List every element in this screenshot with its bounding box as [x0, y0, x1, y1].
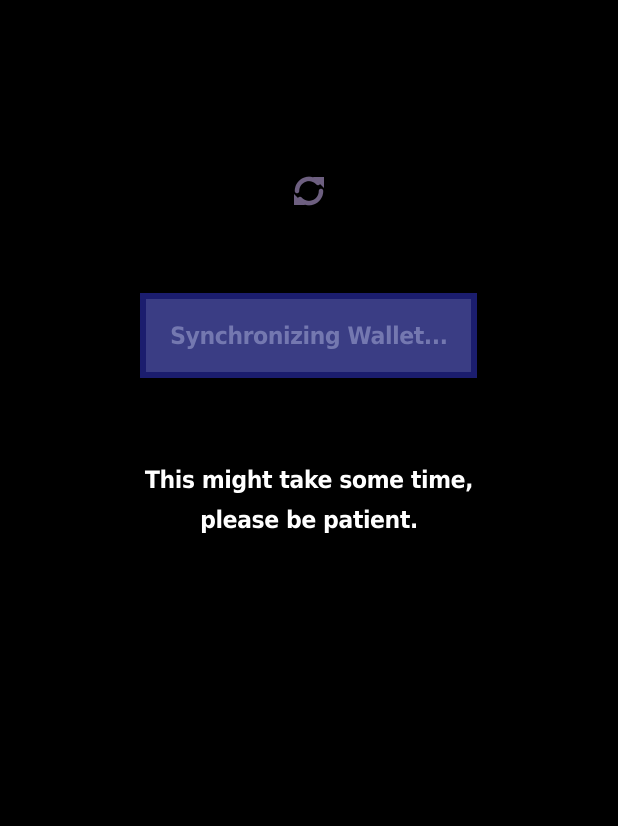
sync-status-label: Synchronizing Wallet...	[169, 321, 448, 350]
sync-status-box: Synchronizing Wallet...	[140, 293, 477, 378]
patience-message: This might take some time, please be pat…	[0, 460, 618, 540]
sync-icon	[289, 171, 329, 211]
patience-message-line-2: please be patient.	[200, 506, 418, 534]
patience-message-line-1: This might take some time,	[144, 466, 474, 494]
